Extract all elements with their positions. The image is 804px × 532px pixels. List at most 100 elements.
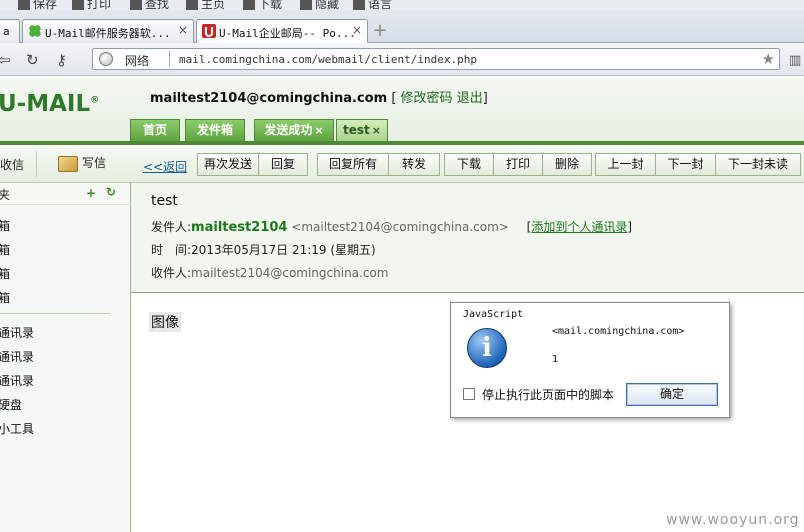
close-tab-icon[interactable]: ×	[178, 23, 188, 37]
hide-menu[interactable]: 隐藏	[300, 0, 339, 10]
javascript-alert-dialog: JavaScript i <mail.comingchina.com> 1 停止…	[450, 302, 730, 418]
recipient-line: 收件人:mailtest2104@comingchina.com	[151, 266, 389, 280]
umail-logo: U-MAIL®	[0, 91, 100, 117]
add-contact-link[interactable]: 添加到个人通讯录	[531, 220, 627, 234]
stop-scripts-label[interactable]: 停止执行此页面中的脚本	[482, 386, 614, 403]
browser-tab-1[interactable]: a	[0, 19, 20, 43]
address-divider	[169, 51, 170, 67]
globe-icon	[99, 52, 113, 66]
url-text[interactable]: mail.comingchina.com/webmail/client/inde…	[179, 53, 477, 66]
resend-button[interactable]: 再次发送	[197, 153, 259, 176]
bookmark-star-icon[interactable]: ★	[762, 50, 775, 68]
user-email: mailtest2104@comingchina.com	[150, 91, 388, 106]
save-menu[interactable]: 保存	[18, 0, 57, 10]
user-info: mailtest2104@comingchina.com [ 修改密码 退出]	[150, 91, 488, 106]
sidebar-item-folder[interactable]: 箱	[0, 265, 10, 282]
find-menu[interactable]: 查找	[130, 0, 169, 10]
tab-outbox[interactable]: 发件箱	[185, 119, 245, 141]
save-icon	[18, 0, 30, 10]
close-tab-icon[interactable]: ×	[352, 23, 362, 37]
sidebar-item-contacts[interactable]: 通讯录	[0, 348, 34, 365]
delete-button[interactable]: 删除	[542, 153, 592, 176]
divider	[36, 151, 37, 177]
recipient-address: mailtest2104@comingchina.com	[191, 266, 389, 280]
message-toolbar: <<返回 再次发送 回复 回复所有 转发 下载 打印 删除 上一封 下一封 下一…	[131, 145, 804, 183]
download-menu[interactable]: 下载	[243, 0, 282, 10]
browser-tab-2[interactable]: U-Mail邮件服务器软... ×	[22, 19, 194, 43]
address-bar[interactable]: 网络 mail.comingchina.com/webmail/client/i…	[92, 48, 780, 70]
print-icon	[72, 0, 84, 10]
tab-title: U-Mail邮件服务器软...	[45, 27, 171, 40]
home-icon	[186, 0, 198, 10]
forward-button[interactable]: 转发	[388, 153, 440, 176]
next-unread-button[interactable]: 下一封未读	[715, 153, 801, 176]
sidebar-item-folder[interactable]: 箱	[0, 217, 10, 234]
sidebar-item-folder[interactable]: 箱	[0, 289, 10, 306]
new-tab-button[interactable]: +	[371, 22, 389, 40]
time-line: 时 间:2013年05月17日 21:19 (星期五)	[151, 243, 376, 257]
close-icon[interactable]: ×	[372, 124, 381, 137]
write-button[interactable]: 写信	[58, 154, 106, 172]
message-header: test 发件人:mailtest2104 <mailtest2104@comi…	[131, 183, 804, 293]
compose-bar: 收信 写信	[0, 145, 131, 183]
previous-button[interactable]: 上一封	[595, 153, 656, 176]
folder-header: 夹 + ↻	[0, 183, 131, 205]
print-menu[interactable]: 打印	[72, 0, 111, 10]
watermark: www.wooyun.org	[666, 512, 800, 528]
clover-icon	[29, 25, 41, 37]
refresh-icon[interactable]: ↻	[106, 185, 116, 199]
add-folder-icon[interactable]: +	[86, 186, 96, 200]
hide-icon	[300, 0, 312, 10]
sender-name: mailtest2104	[191, 220, 288, 235]
print-button[interactable]: 打印	[493, 153, 543, 176]
sidebar-item-tools[interactable]: 小工具	[0, 420, 34, 437]
sidebar-toggle-icon[interactable]: ▥	[789, 53, 801, 68]
reload-icon[interactable]: ↻	[26, 51, 39, 69]
tab-test[interactable]: test ×	[336, 119, 388, 141]
sidebar-divider	[0, 313, 110, 314]
security-zone: 网络	[125, 54, 150, 68]
download-button[interactable]: 下载	[444, 153, 494, 176]
sent-time: 2013年05月17日 21:19 (星期五)	[191, 243, 376, 257]
message-subject: test	[151, 193, 178, 209]
tab-title: a	[3, 25, 10, 38]
language-menu[interactable]: 语言	[353, 0, 392, 10]
find-icon	[130, 0, 142, 10]
change-password-link[interactable]: 修改密码	[401, 91, 453, 106]
info-icon: i	[467, 328, 507, 368]
sidebar-item-folder[interactable]: 箱	[0, 241, 10, 258]
tab-sent-success[interactable]: 发送成功 ×	[254, 119, 334, 141]
sidebar-item-contacts[interactable]: 通讯录	[0, 372, 34, 389]
stop-scripts-checkbox[interactable]	[463, 388, 475, 400]
next-button[interactable]: 下一封	[655, 153, 716, 176]
tab-title: U-Mail企业邮局-- Po...	[219, 27, 356, 40]
mail-header: U-MAIL® mailtest2104@comingchina.com [ 修…	[0, 77, 804, 141]
language-icon	[353, 0, 365, 10]
reply-all-button[interactable]: 回复所有	[317, 153, 389, 176]
dialog-title: JavaScript	[463, 309, 524, 320]
close-icon[interactable]: ×	[314, 124, 323, 137]
left-sidebar: 收信 写信 夹 + ↻ 箱 箱 箱 箱 通讯录 通讯录 通讯录 硬盘 小工具	[0, 145, 131, 532]
sender-address: <mailtest2104@comingchina.com>	[291, 220, 509, 234]
browser-nav-bar: ⇦ ↻ ⚷ 网络 mail.comingchina.com/webmail/cl…	[0, 43, 804, 76]
home-menu[interactable]: 主页	[186, 0, 225, 10]
browser-tab-3[interactable]: U-Mail企业邮局-- Po... ×	[196, 19, 368, 43]
sidebar-item-contacts[interactable]: 通讯录	[0, 324, 34, 341]
dialog-message-value: 1	[552, 354, 559, 365]
back-link[interactable]: <<返回	[143, 158, 187, 175]
reply-button[interactable]: 回复	[258, 153, 308, 176]
ok-button[interactable]: 确定	[626, 383, 718, 406]
browser-top-toolbar: 保存 打印 查找 主页 下载 隐藏 语言	[0, 0, 804, 10]
receive-button[interactable]: 收信	[0, 156, 24, 173]
tab-home[interactable]: 首页	[130, 119, 180, 141]
logout-link[interactable]: 退出	[457, 91, 483, 106]
sender-line: 发件人:mailtest2104 <mailtest2104@comingchi…	[151, 220, 633, 235]
browser-tab-bar: a U-Mail邮件服务器软... × U-Mail企业邮局-- Po... ×…	[0, 10, 804, 43]
message-body: 图像	[149, 312, 181, 332]
back-icon[interactable]: ⇦	[0, 51, 11, 69]
sidebar-item-disk[interactable]: 硬盘	[0, 396, 22, 413]
umail-favicon-icon	[202, 24, 216, 38]
dialog-message-origin: <mail.comingchina.com>	[552, 326, 685, 337]
write-icon	[58, 155, 78, 172]
key-icon[interactable]: ⚷	[56, 51, 67, 69]
